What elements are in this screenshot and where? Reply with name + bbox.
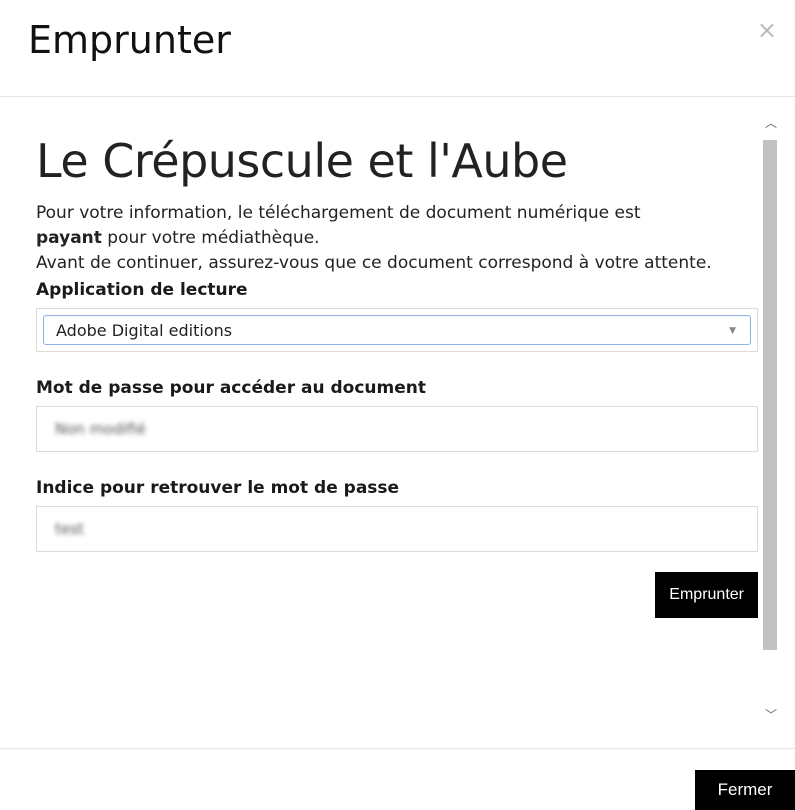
borrow-button[interactable]: Emprunter: [655, 572, 758, 619]
caret-down-icon: ▼: [729, 326, 736, 337]
hint-field[interactable]: test: [36, 506, 758, 553]
reader-app-selected-value: Adobe Digital editions: [56, 320, 233, 340]
modal-body: Le Crépuscule et l'Aube Pour votre infor…: [0, 110, 795, 735]
info-bold-word: payant: [36, 228, 102, 249]
chevron-up-icon[interactable]: ︿: [764, 116, 778, 130]
close-button[interactable]: Fermer: [695, 770, 795, 810]
book-title: Le Crépuscule et l'Aube: [36, 134, 568, 188]
scrollbar-thumb[interactable]: [763, 140, 777, 650]
info-text: Pour votre information, le téléchargemen…: [36, 201, 762, 276]
reader-app-select-container: Adobe Digital editions ▼: [36, 308, 758, 353]
info-line-2: pour votre médiathèque.: [101, 228, 320, 249]
scrollbar[interactable]: ︿ ﹀: [763, 110, 779, 735]
footer-divider: [0, 748, 795, 749]
reader-app-label: Application de lecture: [36, 280, 248, 301]
info-line-1: Pour votre information, le téléchargemen…: [36, 203, 641, 224]
reader-app-select[interactable]: Adobe Digital editions ▼: [43, 315, 751, 346]
password-value: Non modifié: [55, 420, 146, 439]
hint-value: test: [55, 520, 84, 539]
modal-title: Emprunter: [28, 18, 231, 62]
chevron-down-icon[interactable]: ﹀: [764, 708, 778, 722]
close-icon[interactable]: ×: [757, 18, 777, 42]
password-field[interactable]: Non modifié: [36, 406, 758, 453]
hint-label: Indice pour retrouver le mot de passe: [36, 478, 400, 499]
modal-header: Emprunter ×: [0, 0, 795, 97]
info-line-3: Avant de continuer, assurez-vous que ce …: [36, 253, 712, 274]
password-label: Mot de passe pour accéder au document: [36, 378, 426, 399]
borrow-form: Le Crépuscule et l'Aube Pour votre infor…: [36, 110, 762, 619]
